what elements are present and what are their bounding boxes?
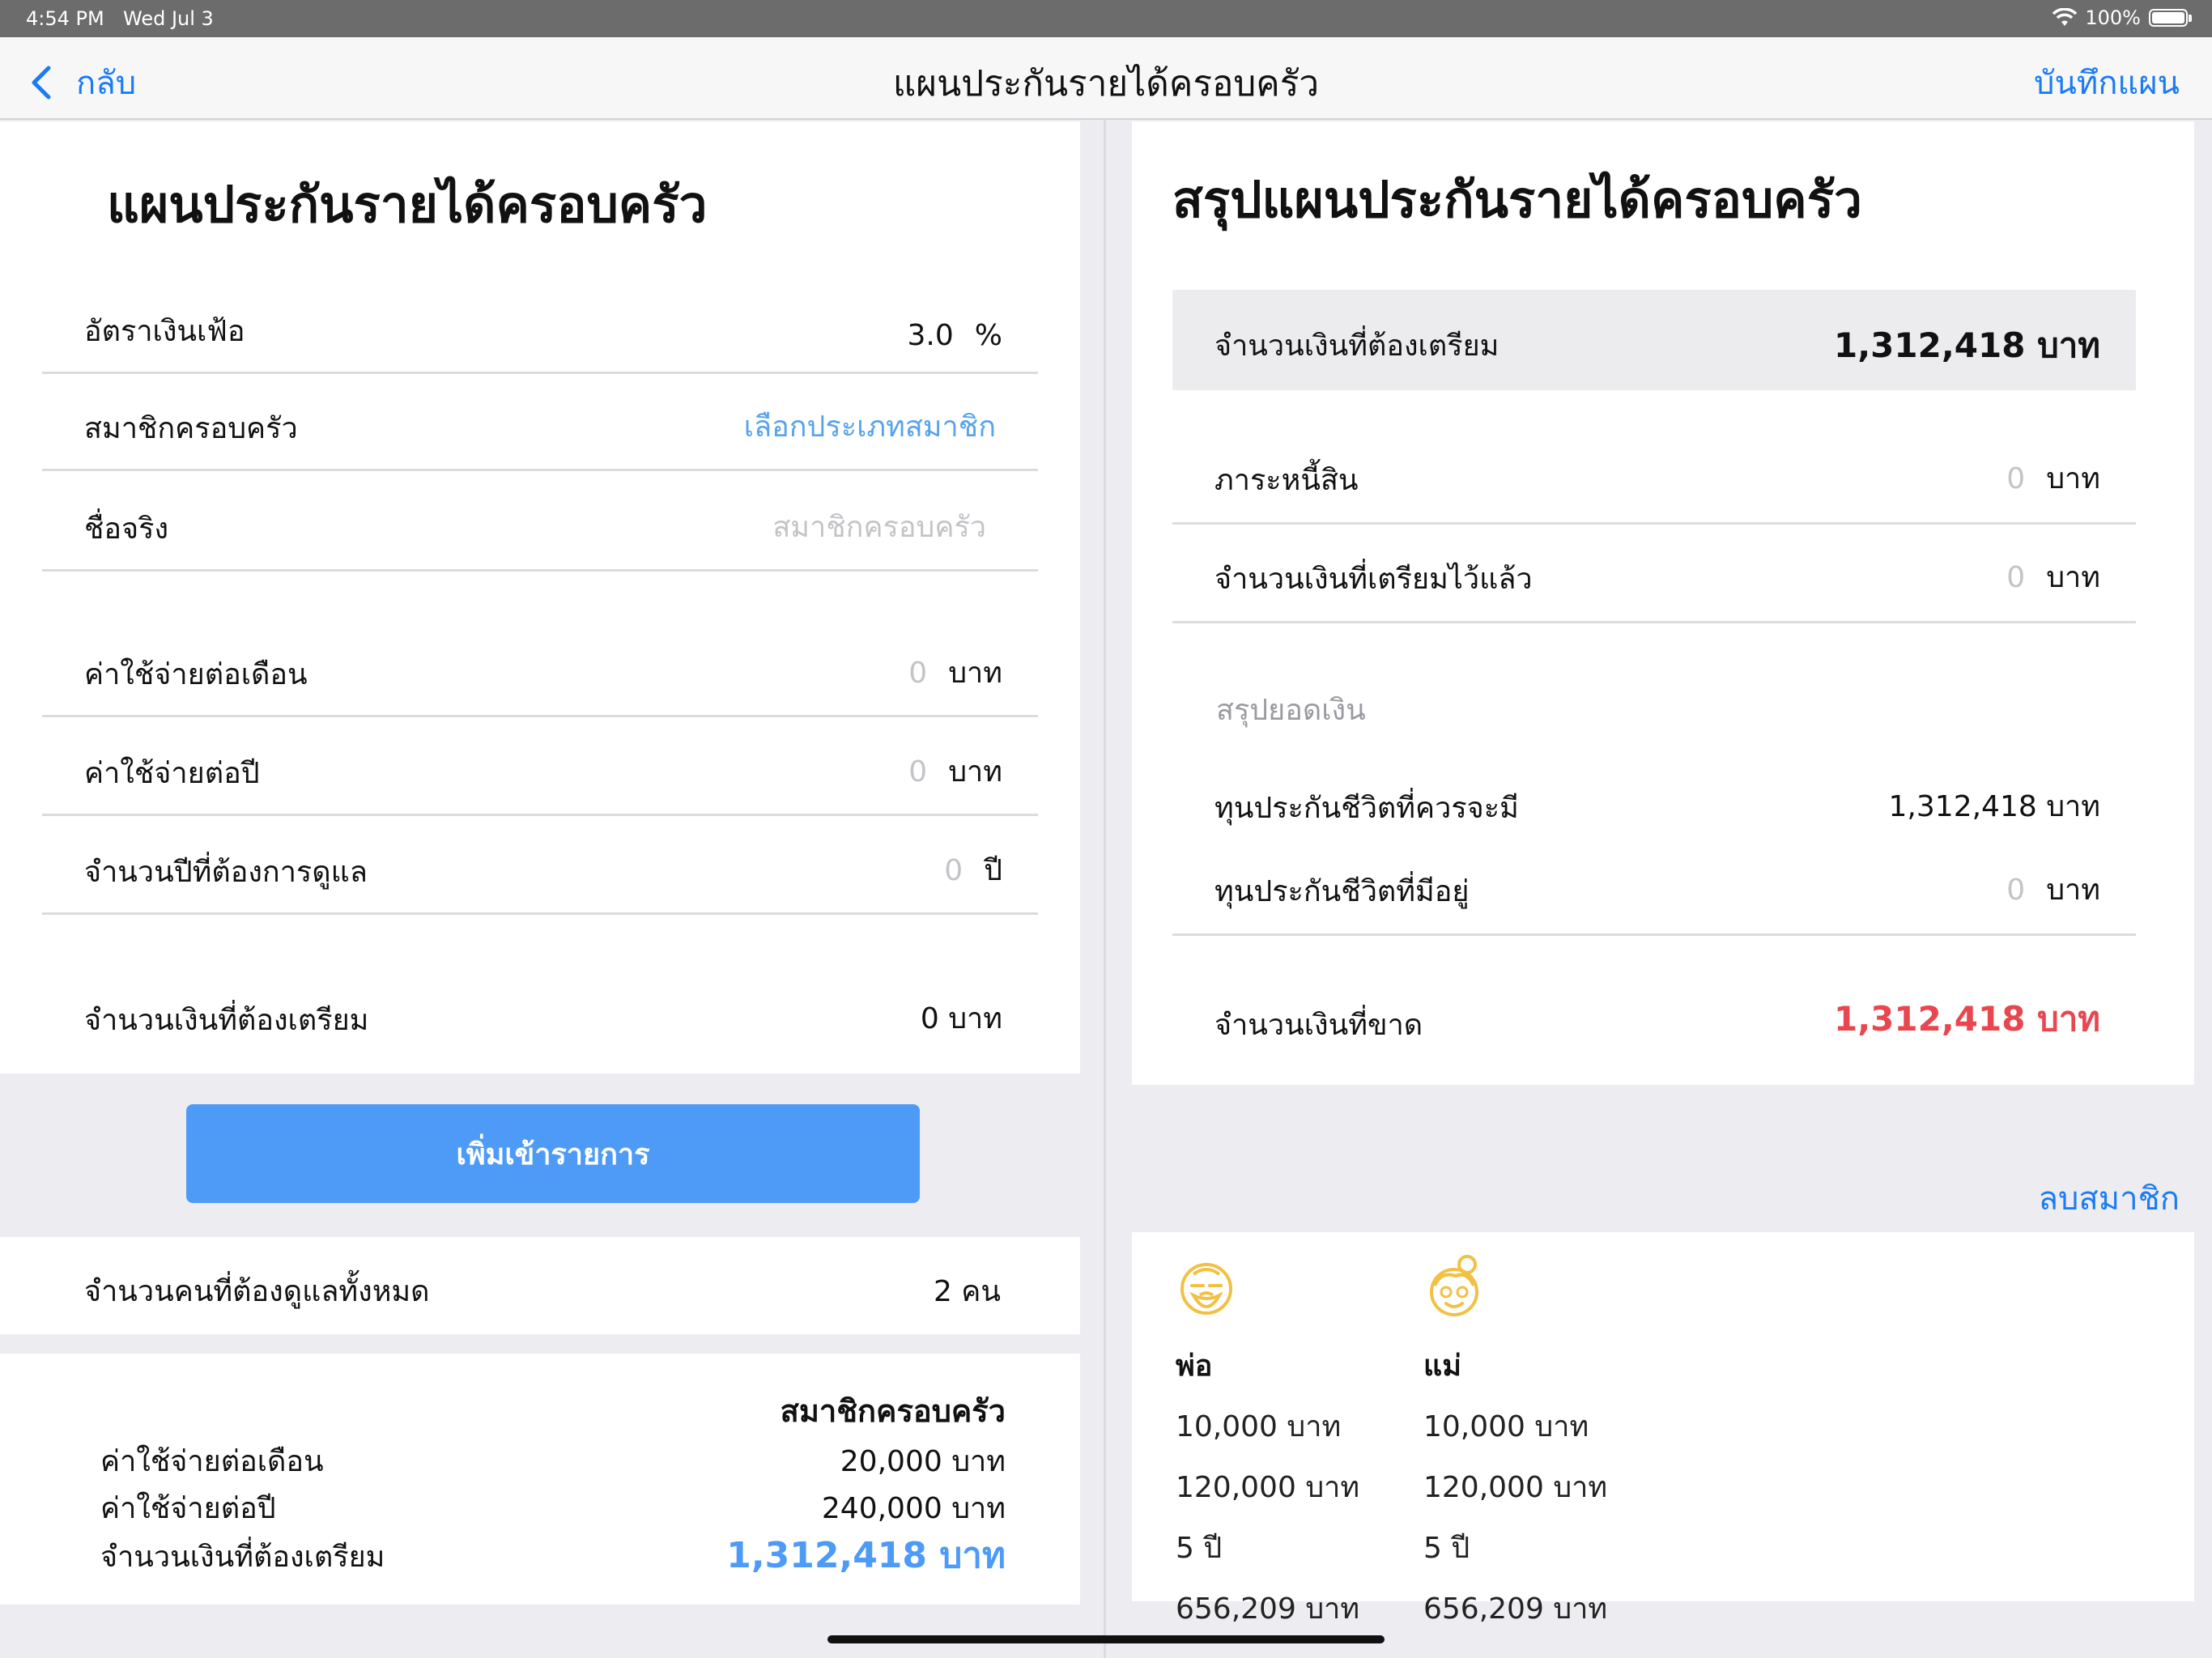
monthly-expense-label: ค่าใช้จ่ายต่อเดือน: [84, 658, 308, 691]
debt-unit: บาท: [2046, 462, 2100, 495]
monthly-expense-input[interactable]: 0: [908, 657, 927, 690]
mother-name: แม่: [1423, 1350, 1461, 1383]
prepare-value: 1,312,418 บาท: [1833, 325, 2100, 365]
mother-years: 5 ปี: [1423, 1532, 1470, 1565]
summary-value-monthly: 20,000 บาท: [840, 1445, 1006, 1478]
yearly-expense-unit: บาท: [948, 755, 1002, 789]
real-name-label: ชื่อจริง: [84, 512, 169, 546]
member-type-select[interactable]: เลือกประเภทสมาชิก: [744, 403, 996, 449]
right-page-title: สรุปแผนประกันรายได้ครอบครัว: [1172, 170, 1862, 229]
status-bar: 4:54 PM Wed Jul 3 100%: [0, 0, 2212, 37]
nav-title: แผนประกันรายได้ครอบครัว: [892, 63, 1320, 104]
years-care-unit: ปี: [984, 854, 1002, 887]
years-care-label: จำนวนปีที่ต้องการดูแล: [84, 856, 368, 889]
member-card-mother[interactable]: แม่ 10,000 บาท 120,000 บาท 5 ปี 656,209 …: [1423, 1253, 1666, 1631]
monthly-expense-unit: บาท: [948, 657, 1002, 690]
yearly-expense-row[interactable]: ค่าใช้จ่ายต่อปี 0 บาท: [42, 717, 1038, 816]
amount-prepare-row: จำนวนเงินที่ต้องเตรียม 0 บาท: [42, 962, 1038, 1061]
battery-percent: 100%: [2085, 6, 2141, 29]
insurance-should-value: 1,312,418 บาท: [1888, 790, 2100, 823]
amount-prepare-label: จำนวนเงินที่ต้องเตรียม: [84, 1004, 369, 1037]
shortfall-row: จำนวนเงินที่ขาด 1,312,418 บาท: [1172, 968, 2136, 1067]
years-care-row[interactable]: จำนวนปีที่ต้องการดูแล 0 ปี: [42, 816, 1038, 915]
father-avatar-icon: [1180, 1263, 1232, 1315]
battery-icon: [2149, 9, 2192, 27]
home-indicator[interactable]: [827, 1635, 1385, 1643]
summary-label-yearly: ค่าใช้จ่ายต่อปี: [100, 1492, 276, 1525]
mother-monthly: 10,000 บาท: [1423, 1410, 1589, 1443]
inflation-row[interactable]: อัตราเงินเฟ้อ 3.0 %: [42, 275, 1038, 374]
save-plan-button[interactable]: บันทึกแผน: [2034, 57, 2180, 108]
prepare-highlight: จำนวนเงินที่ต้องเตรียม 1,312,418 บาท: [1172, 290, 2136, 390]
inflation-label: อัตราเงินเฟ้อ: [84, 315, 245, 348]
prepared-already-unit: บาท: [2046, 561, 2100, 594]
split-divider: [1104, 120, 1106, 1658]
summary-value-yearly: 240,000 บาท: [821, 1492, 1006, 1525]
wifi-icon: [2052, 8, 2078, 26]
yearly-expense-input[interactable]: 0: [908, 755, 927, 789]
father-yearly: 120,000 บาท: [1176, 1471, 1360, 1504]
prepared-already-input[interactable]: 0: [2006, 561, 2025, 594]
prepared-already-label: จำนวนเงินที่เตรียมไว้แล้ว: [1214, 563, 1533, 596]
father-name: พ่อ: [1176, 1350, 1213, 1383]
member-type-label: สมาชิกครอบครัว: [84, 412, 298, 445]
years-care-input[interactable]: 0: [944, 854, 963, 887]
member-card-father[interactable]: พ่อ 10,000 บาท 120,000 บาท 5 ปี 656,209 …: [1176, 1253, 1419, 1631]
insurance-should-label: ทุนประกันชีวิตที่ควรจะมี: [1214, 792, 1519, 825]
amount-prepare-value: 0 บาท: [920, 1002, 1002, 1035]
people-count-value: 2 คน: [933, 1275, 1001, 1308]
shortfall-value: 1,312,418 บาท: [1833, 999, 2100, 1039]
left-page-title: แผนประกันรายได้ครอบครัว: [107, 175, 708, 234]
shortfall-label: จำนวนเงินที่ขาด: [1214, 1009, 1423, 1042]
insurance-have-row[interactable]: ทุนประกันชีวิตที่มีอยู่ 0 บาท: [1172, 837, 2136, 936]
summary-header: สมาชิกครอบครัว: [780, 1393, 1006, 1429]
balance-section-label: สรุปยอดเงิน: [1216, 694, 1366, 727]
yearly-expense-label: ค่าใช้จ่ายต่อปี: [84, 757, 260, 790]
navigation-bar: กลับ แผนประกันรายได้ครอบครัว บันทึกแผน: [0, 37, 2212, 120]
prepared-already-row[interactable]: จำนวนเงินที่เตรียมไว้แล้ว 0 บาท: [1172, 525, 2136, 623]
status-date: Wed Jul 3: [123, 7, 214, 30]
add-to-list-button[interactable]: เพิ่มเข้ารายการ: [186, 1104, 920, 1203]
people-count-panel: จำนวนคนที่ต้องดูแลทั้งหมด 2 คน: [0, 1237, 1080, 1334]
mother-avatar-icon: [1430, 1255, 1478, 1316]
inflation-value[interactable]: 3.0: [908, 319, 954, 352]
real-name-row[interactable]: ชื่อจริง สมาชิกครอบครัว: [42, 473, 1038, 572]
summary-value-prepare: 1,312,418 บาท: [726, 1535, 1006, 1576]
member-type-row[interactable]: สมาชิกครอบครัว เลือกประเภทสมาชิก: [42, 372, 1038, 471]
real-name-input[interactable]: สมาชิกครอบครัว: [772, 504, 986, 550]
delete-member-button[interactable]: ลบสมาชิก: [2038, 1172, 2180, 1224]
debt-input[interactable]: 0: [2006, 462, 2025, 495]
people-count-label: จำนวนคนที่ต้องดูแลทั้งหมด: [84, 1275, 430, 1308]
summary-label-monthly: ค่าใช้จ่ายต่อเดือน: [100, 1445, 324, 1478]
father-total: 656,209 บาท: [1176, 1592, 1360, 1626]
member-summary-panel: สมาชิกครอบครัว ค่าใช้จ่ายต่อเดือน 20,000…: [0, 1354, 1080, 1605]
mother-yearly: 120,000 บาท: [1423, 1471, 1608, 1504]
mother-total: 656,209 บาท: [1423, 1592, 1608, 1626]
debt-label: ภาระหนี้สิน: [1214, 464, 1359, 497]
status-time: 4:54 PM: [26, 7, 104, 30]
father-years: 5 ปี: [1176, 1532, 1223, 1565]
left-form-panel: [0, 121, 1080, 1073]
father-monthly: 10,000 บาท: [1176, 1410, 1342, 1443]
summary-label-prepare: จำนวนเงินที่ต้องเตรียม: [100, 1541, 385, 1574]
prepare-label: จำนวนเงินที่ต้องเตรียม: [1214, 329, 1499, 363]
inflation-unit: %: [974, 319, 1002, 352]
status-right: 100%: [2052, 6, 2192, 29]
insurance-have-input[interactable]: 0: [2006, 874, 2025, 907]
debt-row[interactable]: ภาระหนี้สิน 0 บาท: [1172, 426, 2136, 525]
insurance-have-unit: บาท: [2046, 874, 2100, 907]
insurance-have-label: ทุนประกันชีวิตที่มีอยู่: [1214, 875, 1470, 908]
monthly-expense-row[interactable]: ค่าใช้จ่ายต่อเดือน 0 บาท: [42, 619, 1038, 717]
insurance-should-row: ทุนประกันชีวิตที่ควรจะมี 1,312,418 บาท: [1172, 751, 2136, 850]
